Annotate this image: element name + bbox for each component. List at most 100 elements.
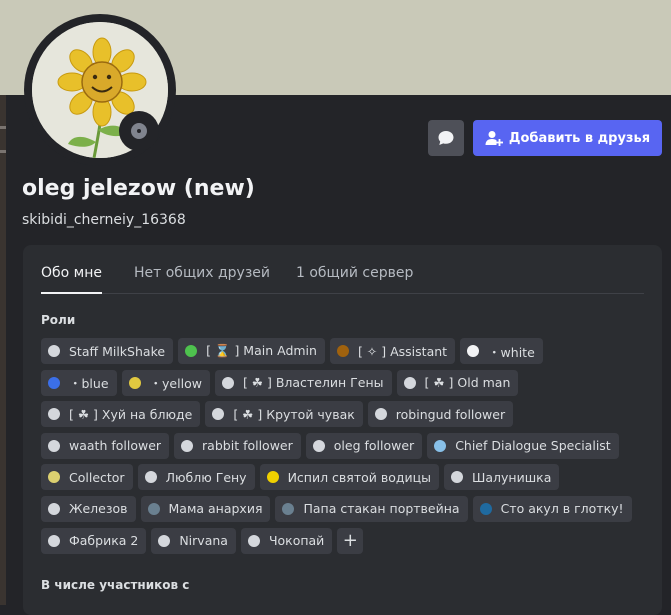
role-row: ・blue ・yellow [ ☘ ] Властелин Гены [ ☘ ] Ol… xyxy=(41,369,611,396)
role-name: [ ⌛ ] Main Admin xyxy=(206,343,317,358)
role-name: Chief Dialogue Specialist xyxy=(455,438,611,454)
display-name: oleg jelezow (new) xyxy=(22,176,255,201)
role-pill[interactable]: [ ☘ ] Крутой чувак xyxy=(205,401,363,428)
role-pill[interactable]: [ ⌛ ] Main Admin xyxy=(178,338,325,364)
role-color-dot xyxy=(247,534,260,547)
role-name: robingud follower xyxy=(395,406,506,422)
role-color-dot xyxy=(403,376,416,389)
role-name: Шалунишка xyxy=(472,469,552,485)
role-name: Фабрика 2 xyxy=(69,533,139,549)
role-color-dot xyxy=(479,502,492,515)
person-add-icon xyxy=(485,131,503,146)
role-pill[interactable]: Collector xyxy=(41,464,133,491)
role-pill[interactable]: Испил святой водицы xyxy=(259,464,440,491)
role-name: waath follower xyxy=(69,438,162,454)
add-friend-label: Добавить в друзья xyxy=(508,130,651,146)
add-friend-button[interactable]: Добавить в друзья xyxy=(473,120,662,156)
role-color-dot xyxy=(48,376,60,389)
role-color-dot xyxy=(48,534,60,547)
role-color-dot xyxy=(282,502,295,515)
role-pill[interactable]: [ ☘ ] Old man xyxy=(396,369,519,396)
role-color-dot xyxy=(434,439,447,452)
role-row: waath follower rabbit follower oleg follow… xyxy=(41,432,619,459)
role-name: Испил святой водицы xyxy=(287,469,432,485)
roles-title: Роли xyxy=(41,313,76,327)
role-color-dot xyxy=(374,408,387,421)
role-color-dot xyxy=(185,345,198,357)
role-pill[interactable]: rabbit follower xyxy=(174,432,301,459)
chat-bubble-icon xyxy=(438,131,454,145)
role-pill[interactable]: Шалунишка xyxy=(444,464,560,491)
role-name: Чокопай xyxy=(268,533,325,549)
add-role-button[interactable]: + xyxy=(337,527,364,554)
role-name: Железов xyxy=(69,501,128,517)
tab-mutual-friends[interactable]: Нет общих друзей xyxy=(134,265,270,281)
role-name: Папа стакан портвейна xyxy=(303,501,460,517)
role-pill[interactable]: robingud follower xyxy=(367,401,514,428)
role-name: Сто акул в глотку! xyxy=(500,501,624,517)
role-name: Nirvana xyxy=(179,533,228,549)
role-pill[interactable]: Мама анархия xyxy=(140,495,271,522)
role-pill[interactable]: Nirvana xyxy=(151,527,236,554)
role-pill[interactable]: Чокопай xyxy=(240,527,333,554)
role-color-dot xyxy=(158,534,171,547)
role-name: Collector xyxy=(69,469,125,485)
role-pill[interactable]: oleg follower xyxy=(305,432,423,459)
member-since-title: В числе участников с xyxy=(41,578,190,592)
role-pill[interactable]: Папа стакан портвейна xyxy=(275,495,468,522)
role-pill[interactable]: ・white xyxy=(460,338,543,364)
username: skibidi_cherneiy_16368 xyxy=(22,212,186,228)
role-pill[interactable]: [ ☘ ] Хуй на блюде xyxy=(41,401,201,428)
tab-about-me[interactable]: Обо мне xyxy=(41,265,102,294)
role-color-dot xyxy=(266,471,279,484)
role-color-dot xyxy=(212,408,225,421)
role-color-dot xyxy=(181,439,194,452)
role-color-dot xyxy=(221,376,234,389)
status-indicator-icon xyxy=(119,111,159,151)
role-color-dot xyxy=(48,408,60,421)
role-name: [ ✧ ] Assistant xyxy=(357,343,448,359)
role-name: [ ☘ ] Old man xyxy=(424,375,511,391)
role-row: [ ☘ ] Хуй на блюде [ ☘ ] Крутой чувак robi… xyxy=(41,401,611,428)
role-row: Железов Мама анархия Папа стакан портвейна… xyxy=(41,495,632,522)
role-color-dot xyxy=(48,502,60,515)
role-pill[interactable]: ・yellow xyxy=(121,369,210,396)
role-color-dot xyxy=(312,439,325,452)
role-pill[interactable]: Staff MilkShake xyxy=(41,338,174,364)
role-color-dot xyxy=(467,345,480,357)
role-row: Фабрика 2 Nirvana Чокопай + xyxy=(41,527,611,554)
message-button[interactable] xyxy=(428,120,464,156)
role-pill[interactable]: Сто акул в глотку! xyxy=(472,495,632,522)
role-name: [ ☘ ] Властелин Гены xyxy=(242,375,384,391)
tab-mutual-servers[interactable]: 1 общий сервер xyxy=(296,265,413,281)
role-name: oleg follower xyxy=(333,438,415,454)
role-color-dot xyxy=(147,502,160,515)
role-color-dot xyxy=(128,376,141,389)
role-name: rabbit follower xyxy=(202,438,293,454)
role-color-dot xyxy=(144,471,157,484)
role-row: Staff MilkShake [ ⌛ ] Main Admin [ ✧ ] Ass… xyxy=(41,338,611,364)
role-pill[interactable]: ・blue xyxy=(41,369,117,396)
role-pill[interactable]: waath follower xyxy=(41,432,170,459)
role-pill[interactable]: [ ✧ ] Assistant xyxy=(329,338,456,364)
role-row: Collector Люблю Гену Испил святой водицы Ша… xyxy=(41,464,611,491)
profile-details-card: Обо мне Нет общих друзей 1 общий сервер … xyxy=(23,245,662,615)
role-name: Люблю Гену xyxy=(165,469,247,485)
role-color-dot xyxy=(451,471,464,484)
role-name: ・white xyxy=(488,344,535,360)
role-pill[interactable]: [ ☘ ] Властелин Гены xyxy=(214,369,392,396)
role-name: ・yellow xyxy=(149,376,202,392)
role-color-dot xyxy=(48,439,60,452)
role-pill[interactable]: Железов xyxy=(41,495,136,522)
role-name: ・blue xyxy=(69,376,109,392)
roles-list: Staff MilkShake [ ⌛ ] Main Admin [ ✧ ] Ass… xyxy=(41,338,632,559)
role-name: [ ☘ ] Хуй на блюде xyxy=(69,406,193,422)
profile-tabs: Обо мне Нет общих друзей 1 общий сервер xyxy=(41,245,644,294)
role-color-dot xyxy=(48,345,60,357)
role-name: [ ☘ ] Крутой чувак xyxy=(233,406,355,422)
role-color-dot xyxy=(48,471,60,484)
role-pill[interactable]: Люблю Гену xyxy=(137,464,255,491)
role-pill[interactable]: Chief Dialogue Specialist xyxy=(427,432,619,459)
role-pill[interactable]: Фабрика 2 xyxy=(41,527,147,554)
role-name: Мама анархия xyxy=(168,501,263,517)
